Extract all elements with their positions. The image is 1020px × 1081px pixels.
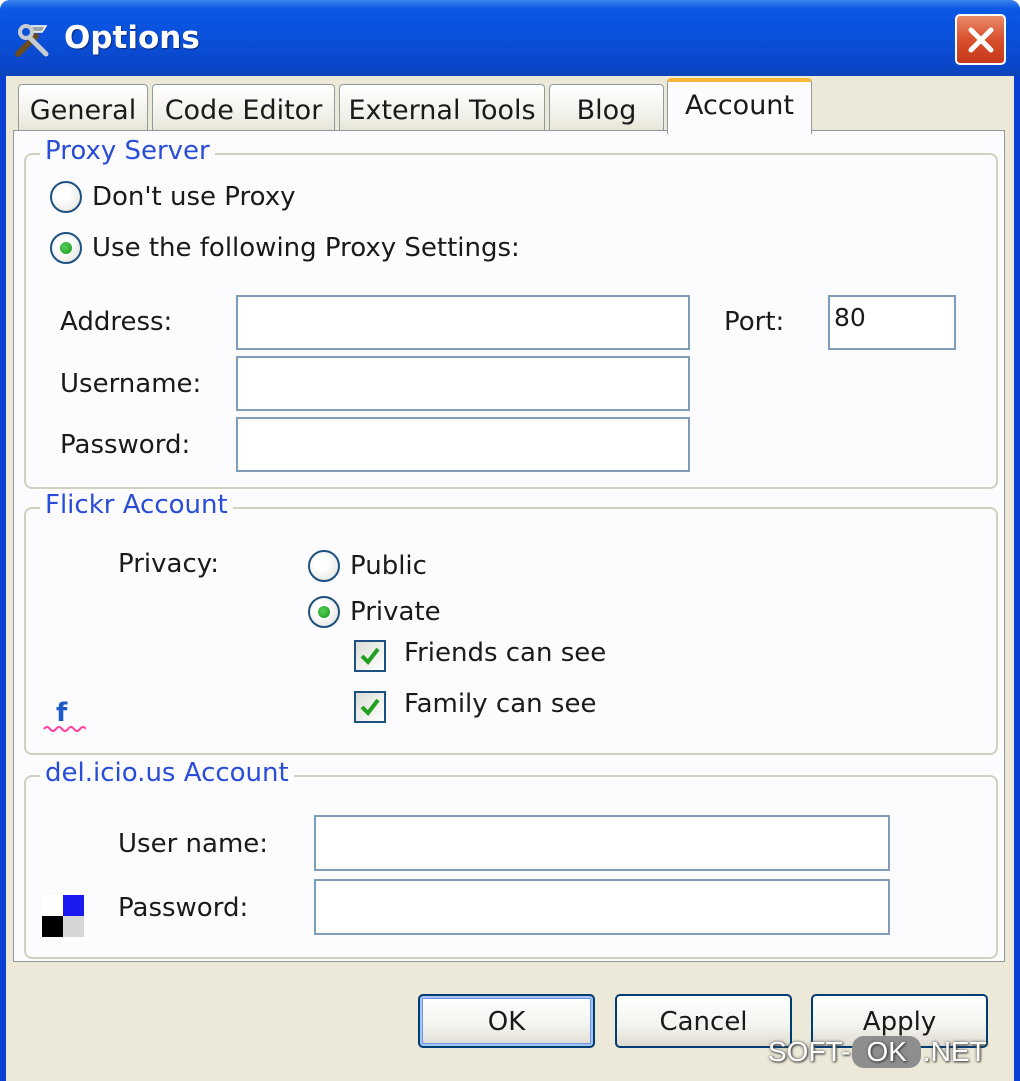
family-can-see-label: Family can see <box>404 689 597 719</box>
tools-icon <box>12 20 54 60</box>
friends-can-see-checkbox[interactable] <box>354 640 386 672</box>
tab-code-editor[interactable]: Code Editor <box>152 84 335 132</box>
delicious-account-group: del.icio.us Account User name: Password: <box>24 758 998 959</box>
ok-button[interactable]: OK <box>418 994 595 1048</box>
private-radio[interactable] <box>308 596 340 628</box>
watermark: SOFT- OK .NET <box>768 1036 987 1068</box>
tab-external-tools[interactable]: External Tools <box>339 84 545 132</box>
privacy-label: Privacy: <box>118 549 220 579</box>
tab-account[interactable]: Account <box>667 78 812 134</box>
flickr-account-group: Flickr Account Privacy: Public Private F… <box>24 490 998 755</box>
delicious-password-label: Password: <box>118 893 249 923</box>
address-label: Address: <box>60 307 173 337</box>
watermark-middle: OK <box>852 1036 921 1068</box>
friends-can-see-label: Friends can see <box>404 638 607 668</box>
use-proxy-radio[interactable] <box>50 232 82 264</box>
private-label: Private <box>350 597 441 627</box>
port-label: Port: <box>724 307 785 337</box>
no-proxy-radio[interactable] <box>50 181 82 213</box>
checkmark-icon <box>360 698 380 717</box>
flickr-account-group-title: Flickr Account <box>40 490 233 520</box>
delicious-username-input[interactable] <box>314 815 890 871</box>
proxy-server-group: Proxy Server Don't use Proxy Use the fol… <box>24 136 998 489</box>
title-bar[interactable]: Options <box>0 0 1020 76</box>
close-icon <box>968 27 994 53</box>
delicious-account-group-title: del.icio.us Account <box>40 758 294 788</box>
cancel-button[interactable]: Cancel <box>615 994 792 1048</box>
proxy-password-input[interactable] <box>236 417 690 472</box>
account-tab-page: Proxy Server Don't use Proxy Use the fol… <box>13 130 1005 962</box>
proxy-username-input[interactable] <box>236 356 690 411</box>
flickr-logo-icon: f <box>42 695 87 735</box>
window-title: Options <box>64 20 200 56</box>
proxy-password-label: Password: <box>60 430 191 460</box>
checkmark-icon <box>360 647 380 666</box>
use-proxy-label: Use the following Proxy Settings: <box>92 233 520 263</box>
public-label: Public <box>350 551 427 581</box>
options-window: Options General Code Editor External Too… <box>0 0 1020 1081</box>
watermark-right: .NET <box>922 1036 987 1067</box>
proxy-server-group-title: Proxy Server <box>40 136 215 166</box>
family-can-see-checkbox[interactable] <box>354 691 386 723</box>
tab-blog[interactable]: Blog <box>549 84 664 132</box>
proxy-username-label: Username: <box>60 369 202 399</box>
public-radio[interactable] <box>308 550 340 582</box>
proxy-address-input[interactable] <box>236 295 690 350</box>
proxy-port-input[interactable]: 80 <box>828 295 956 350</box>
close-button[interactable] <box>955 14 1006 65</box>
tab-general[interactable]: General <box>18 84 148 132</box>
no-proxy-label: Don't use Proxy <box>92 182 296 212</box>
dialog-client-area: General Code Editor External Tools Blog … <box>6 76 1014 1081</box>
delicious-password-input[interactable] <box>314 879 890 935</box>
delicious-username-label: User name: <box>118 829 269 859</box>
svg-text:f: f <box>56 698 68 728</box>
watermark-left: SOFT- <box>768 1036 851 1067</box>
delicious-logo-icon <box>42 895 84 937</box>
